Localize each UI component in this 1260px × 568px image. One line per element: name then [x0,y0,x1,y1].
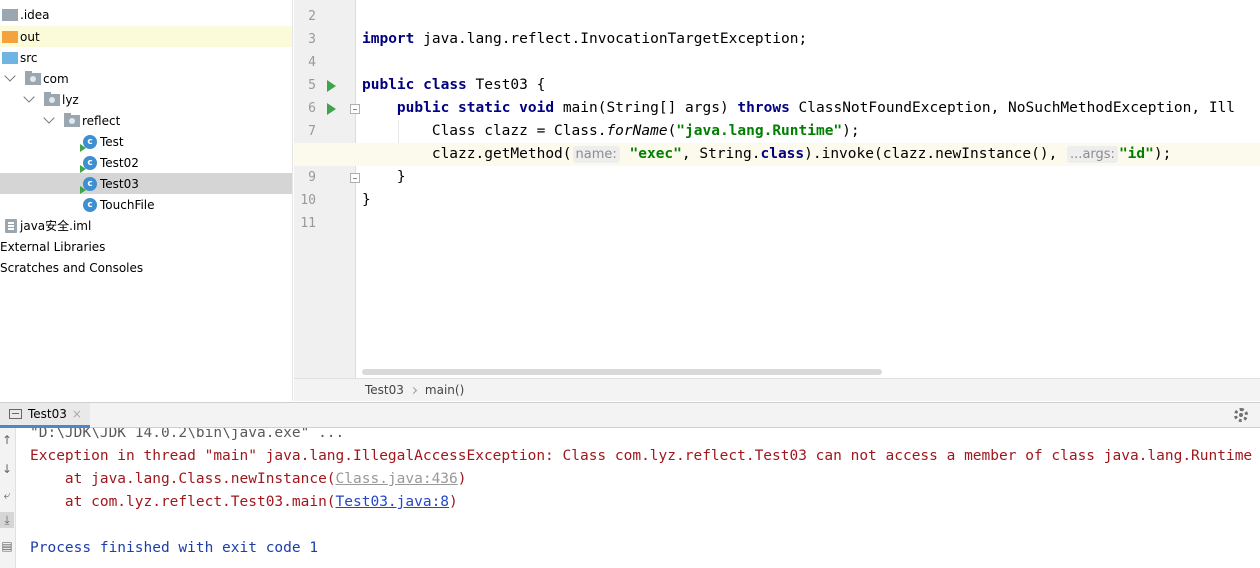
tab-label: Test03 [28,407,67,421]
tree-item-label: External Libraries [0,239,106,254]
tree-item-label: Test03 [100,176,139,191]
tree-item-scratches[interactable]: Scratches and Consoles [0,257,292,278]
project-tool-window: .idea out src com lyz reflect c Test c T… [0,0,293,401]
chevron-down-icon[interactable] [43,112,55,124]
folder-icon [2,8,18,21]
module-file-icon [5,218,17,233]
tree-item-src[interactable]: src [0,47,292,68]
code-line-6: public static void main(String[] args) t… [396,100,1236,116]
folder-icon [2,30,18,43]
tree-item-label: java安全.iml [20,219,92,233]
arrow-up-icon[interactable]: ↑ [0,432,14,448]
class-icon: c [83,197,97,212]
console-output[interactable]: "D:\JDK\JDK 14.0.2\bin\java.exe" ... Exc… [17,428,1260,568]
print-icon[interactable]: ▤ [0,538,14,554]
code-line-9: } [396,169,406,185]
arrow-down-icon[interactable]: ↓ [0,461,14,477]
breadcrumb: Test03 main() [294,378,1260,401]
tree-item-label: out [20,29,40,44]
parameter-hint: name: [572,146,620,163]
package-icon [44,91,60,106]
code-line-5: public class Test03 { [362,77,546,93]
tree-item-lyz[interactable]: lyz [0,89,292,110]
code-line-10: } [362,192,371,208]
tree-item-test[interactable]: c Test [0,131,292,152]
parameter-hint: ...args: [1067,146,1118,163]
run-panel-header: Test03 × [0,402,1260,428]
close-icon[interactable]: × [72,407,82,421]
console-command-line: "D:\JDK\JDK 14.0.2\bin\java.exe" ... [30,428,345,441]
tree-item-label: Test [100,134,124,149]
chevron-down-icon[interactable] [23,91,35,103]
line-number: 2 [308,9,316,24]
class-icon: c [80,176,97,194]
soft-wrap-icon[interactable]: ⤶ [0,487,14,503]
console-trace-line: at java.lang.Class.newInstance(Class.jav… [30,471,467,487]
console-trace-line: at com.lyz.reflect.Test03.main(Test03.ja… [30,494,458,510]
tab-run-test03[interactable]: Test03 × [0,403,90,428]
source-folder-icon [2,51,18,64]
tree-item-label: Test02 [100,155,139,170]
tree-item-label: .idea [20,7,50,22]
tree-item-label: TouchFile [100,197,155,212]
code-line-3: import java.lang.reflect.InvocationTarge… [362,31,808,47]
tree-item-idea[interactable]: .idea [0,4,292,25]
tree-item-test02[interactable]: c Test02 [0,152,292,173]
tree-item-reflect[interactable]: reflect [0,110,292,131]
tree-item-label: Scratches and Consoles [0,260,144,275]
class-icon: c [80,155,97,173]
chevron-right-icon [409,386,417,394]
class-icon: c [80,134,97,152]
breadcrumb-class[interactable]: Test03 [365,383,404,397]
code-line-8: clazz.getMethod(name: "exec", String.cla… [294,143,1260,166]
tree-item-label: src [20,50,38,65]
tree-item-label: com [43,71,69,86]
stack-trace-link[interactable]: Class.java:436 [336,471,458,487]
code-line-7: Class clazz = Class.forName("java.lang.R… [431,123,860,139]
console-exception-line: Exception in thread "main" java.lang.Ill… [30,448,1253,464]
tree-item-label: lyz [62,92,79,107]
tree-item-touchfile[interactable]: c TouchFile [0,194,292,215]
horizontal-scrollbar[interactable] [362,369,882,375]
chevron-down-icon[interactable] [4,70,16,82]
tree-item-test03[interactable]: c Test03 [0,173,292,194]
gear-icon[interactable] [1234,408,1248,422]
stack-trace-link[interactable]: Test03.java:8 [336,494,450,510]
console-exit-line: Process finished with exit code 1 [30,540,319,556]
console-icon [9,409,22,419]
code-editor[interactable]: 2 3 4 5 6 7 8 9 10 11 import java.lang.r… [294,0,1260,401]
tree-item-out[interactable]: out [0,26,292,47]
package-icon [25,70,41,85]
scroll-to-end-icon[interactable]: ⤓ [0,512,14,528]
tree-item-com[interactable]: com [0,68,292,89]
tree-item-label: reflect [82,113,121,128]
run-toolbar: ↑ ↓ ⤶ ⤓ ▤ [0,428,16,568]
tree-item-iml[interactable]: java安全.iml [0,215,292,236]
tree-item-external-libraries[interactable]: External Libraries [0,236,292,257]
package-icon [64,112,80,127]
breadcrumb-method[interactable]: main() [425,383,464,397]
